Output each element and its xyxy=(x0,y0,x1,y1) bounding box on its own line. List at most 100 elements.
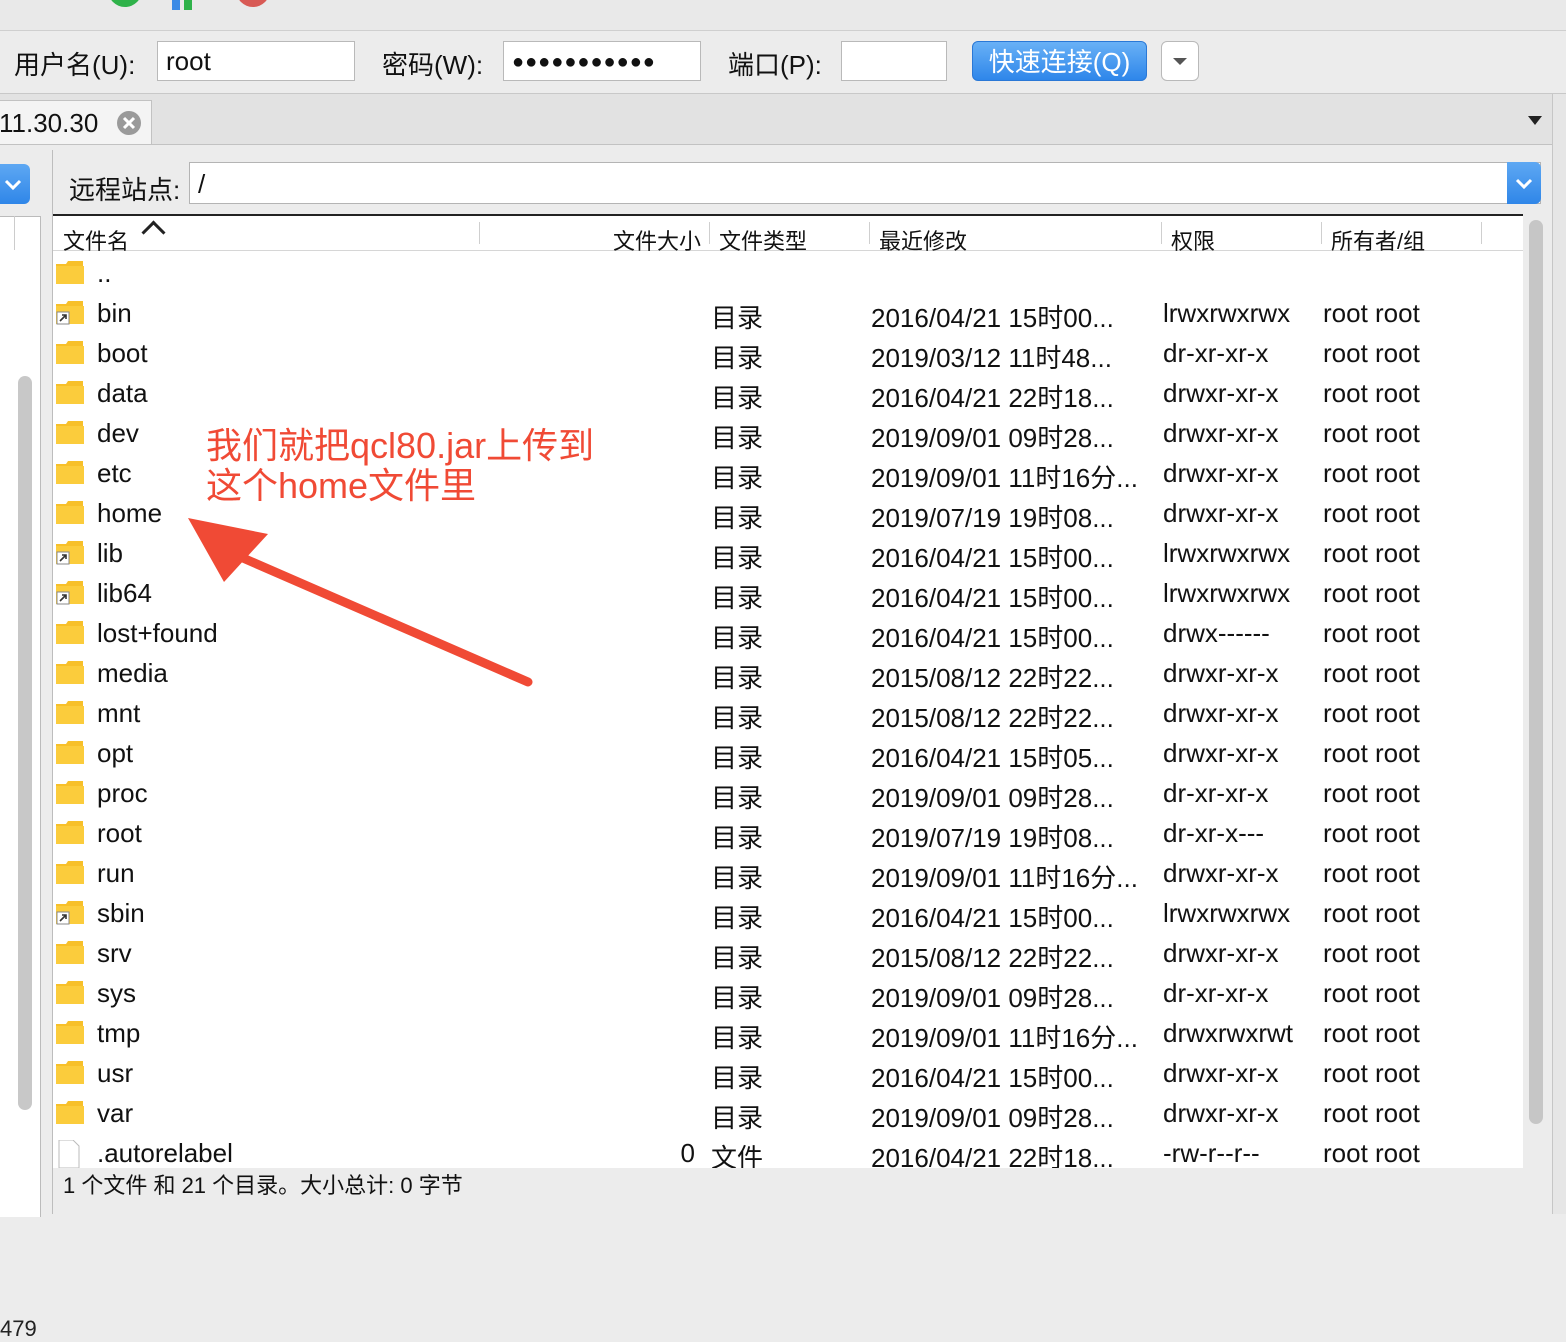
file-modified: 2019/09/01 11时16分... xyxy=(871,1023,1138,1053)
file-modified: 2019/09/01 11时16分... xyxy=(871,863,1138,893)
remote-path-input[interactable]: / xyxy=(189,162,1541,204)
close-icon[interactable] xyxy=(117,111,141,135)
folder-icon xyxy=(55,700,84,724)
folder-icon xyxy=(55,380,84,404)
table-row[interactable]: tmp 目录 2019/09/01 11时16分... drwxrwxrwt root … xyxy=(53,1012,1523,1053)
file-owner: root root xyxy=(1323,658,1420,688)
compare-icon[interactable] xyxy=(696,0,738,14)
file-owner: root root xyxy=(1323,1098,1420,1128)
file-name: mnt xyxy=(97,698,141,728)
file-modified: 2016/04/21 22时18... xyxy=(871,383,1114,413)
tab-menu-icon[interactable] xyxy=(1528,116,1542,125)
file-type: 目录 xyxy=(711,903,764,933)
folder-icon xyxy=(55,620,84,644)
folder-icon xyxy=(55,940,84,964)
sync-browse-icon[interactable] xyxy=(632,0,674,14)
table-row[interactable]: sys 目录 2019/09/01 09时28... dr-xr-xr-x root r… xyxy=(53,972,1523,1013)
transfer-queue-icon[interactable] xyxy=(168,0,210,14)
table-row[interactable]: usr 目录 2016/04/21 15时00... drwxr-xr-x root r… xyxy=(53,1052,1523,1093)
file-size: 0 xyxy=(680,1138,695,1168)
quickconnect-button[interactable]: 快速连接(Q) xyxy=(972,41,1147,81)
port-label: 端口(P): xyxy=(728,50,822,80)
file-name: tmp xyxy=(97,1018,141,1048)
table-row[interactable]: var 目录 2019/09/01 09时28... drwxr-xr-x root r… xyxy=(53,1092,1523,1133)
file-name: opt xyxy=(97,738,134,768)
file-owner: root root xyxy=(1323,378,1420,408)
annotation-arrow-icon xyxy=(188,518,533,687)
file-type: 目录 xyxy=(711,543,764,573)
file-name: lib64 xyxy=(97,578,152,608)
table-row[interactable]: data 目录 2016/04/21 22时18... drwxr-xr-x root … xyxy=(53,372,1523,413)
file-owner: root root xyxy=(1323,698,1420,728)
stop-icon[interactable] xyxy=(232,0,274,14)
table-row[interactable]: srv 目录 2015/08/12 22时22... drwxr-xr-x root r… xyxy=(53,932,1523,973)
local-status: 479 xyxy=(0,1316,37,1341)
table-row[interactable]: root 目录 2019/07/19 19时08... dr-xr-x--- root … xyxy=(53,812,1523,853)
file-type: 目录 xyxy=(711,423,764,453)
table-row[interactable]: proc 目录 2019/09/01 09时28... dr-xr-xr-x root … xyxy=(53,772,1523,813)
file-name: sys xyxy=(97,978,136,1008)
file-modified: 2019/03/12 11时48... xyxy=(871,343,1112,373)
table-row[interactable]: .autorelabel 0 文件 2016/04/21 22时18... -rw-r-… xyxy=(53,1132,1523,1168)
file-modified: 2019/09/01 09时28... xyxy=(871,983,1114,1013)
folder-icon xyxy=(55,780,84,804)
file-modified: 2016/04/21 15时00... xyxy=(871,1063,1114,1093)
table-row[interactable]: bin 目录 2016/04/21 15时00... lrwxrwxrwx root r… xyxy=(53,292,1523,333)
file-name: usr xyxy=(97,1058,134,1088)
folder-icon xyxy=(55,340,84,364)
file-owner: root root xyxy=(1323,898,1420,928)
password-input[interactable]: ●●●●●●●●●●● xyxy=(503,41,701,81)
file-permissions: lrwxrwxrwx xyxy=(1163,298,1291,328)
remote-path-dropdown[interactable] xyxy=(1507,162,1541,204)
table-row[interactable]: boot 目录 2019/03/12 11时48... dr-xr-xr-x root … xyxy=(53,332,1523,373)
file-owner: root root xyxy=(1323,538,1420,568)
file-icon xyxy=(55,1139,83,1168)
file-name: srv xyxy=(97,938,132,968)
file-modified: 2019/09/01 09时28... xyxy=(871,783,1114,813)
file-name: bin xyxy=(97,298,132,328)
port-input[interactable] xyxy=(841,41,947,81)
tab-server[interactable]: 11.30.30 xyxy=(0,100,152,144)
local-scrollbar[interactable] xyxy=(18,376,32,1110)
file-name: etc xyxy=(97,458,132,488)
file-owner: root root xyxy=(1323,858,1420,888)
username-input[interactable]: root xyxy=(157,41,355,81)
file-permissions: drwxr-xr-x xyxy=(1163,458,1279,488)
folder-icon xyxy=(55,860,84,884)
quickconnect-history-button[interactable] xyxy=(1161,41,1199,81)
chevron-down-icon xyxy=(1173,58,1187,65)
reconnect-check-icon[interactable] xyxy=(360,0,402,14)
disconnect-icon[interactable] xyxy=(296,0,338,14)
sort-ascending-icon xyxy=(141,220,166,245)
local-pane: 479 xyxy=(0,150,44,1341)
file-name: run xyxy=(97,858,135,888)
reconnect-icon[interactable] xyxy=(104,0,146,14)
folder-link-icon xyxy=(55,540,84,565)
file-type: 目录 xyxy=(711,743,764,773)
password-label: 密码(W): xyxy=(382,50,484,80)
file-permissions: drwxr-xr-x xyxy=(1163,738,1279,768)
table-row[interactable]: .. xyxy=(53,252,1523,292)
file-name: boot xyxy=(97,338,148,368)
filter-icon[interactable] xyxy=(504,0,546,14)
file-type: 目录 xyxy=(711,343,764,373)
file-type: 目录 xyxy=(711,863,764,893)
file-owner: root root xyxy=(1323,498,1420,528)
table-row[interactable]: opt 目录 2016/04/21 15时05... drwxr-xr-x root r… xyxy=(53,732,1523,773)
file-type: 目录 xyxy=(711,943,764,973)
file-permissions: lrwxrwxrwx xyxy=(1163,538,1291,568)
remote-scrollbar[interactable] xyxy=(1529,220,1543,1124)
folder-icon xyxy=(55,1020,84,1044)
local-column-header[interactable] xyxy=(0,216,15,250)
file-type: 目录 xyxy=(711,583,764,613)
file-owner: root root xyxy=(1323,1138,1420,1168)
column-header: 文件名 文件大小 文件类型 最近修改 权限 所有者/组 xyxy=(53,216,1523,254)
file-owner: root root xyxy=(1323,978,1420,1008)
local-path-dropdown[interactable] xyxy=(0,164,30,204)
table-row[interactable]: run 目录 2019/09/01 11时16分... drwxr-xr-x root … xyxy=(53,852,1523,893)
folder-icon xyxy=(55,1100,84,1124)
file-type: 目录 xyxy=(711,783,764,813)
table-row[interactable]: sbin 目录 2016/04/21 15时00... lrwxrwxrwx root … xyxy=(53,892,1523,933)
right-edge-panel xyxy=(1552,94,1566,1214)
search-icon[interactable] xyxy=(568,0,610,14)
